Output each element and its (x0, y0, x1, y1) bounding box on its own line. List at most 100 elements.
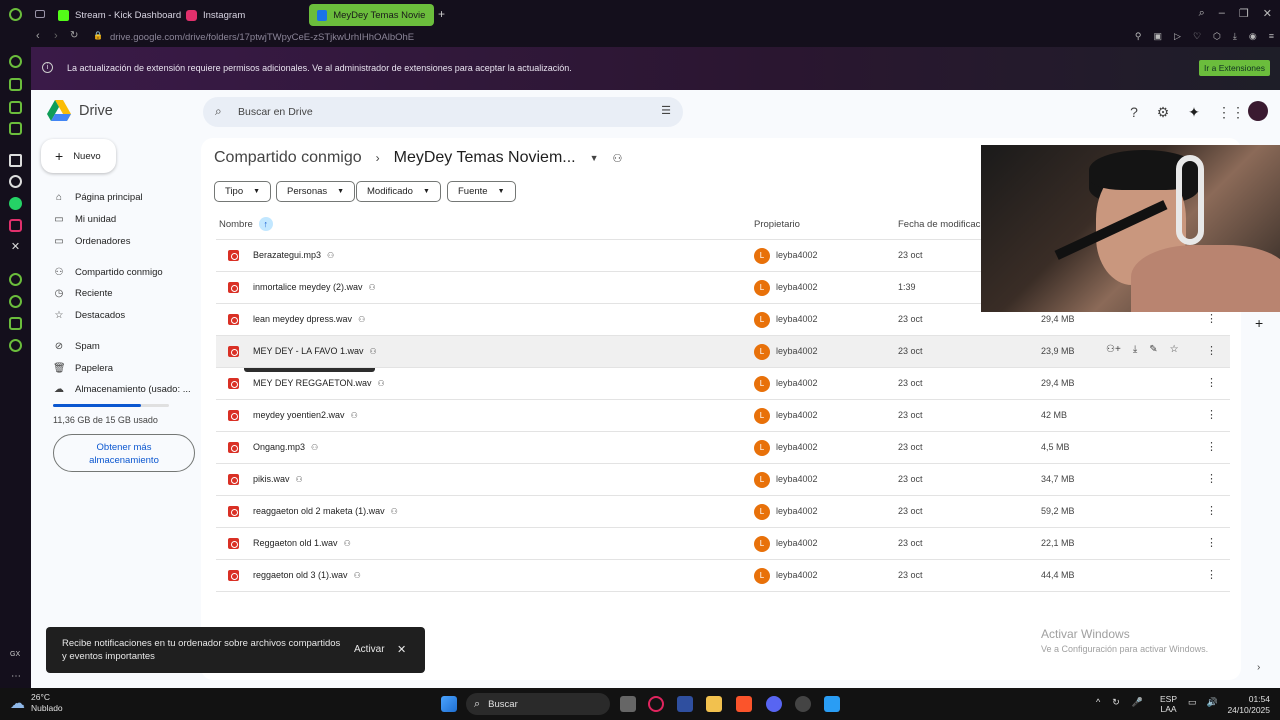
file-row[interactable]: pikis.wav ⚇ Lleyba4002 23 oct 34,7 MB ⋮ (216, 464, 1230, 496)
reload-icon[interactable]: ↻ (70, 30, 78, 41)
volume-icon[interactable]: 🔊 (1207, 697, 1218, 708)
mic-icon[interactable]: 🎤 (1132, 697, 1143, 708)
activate-button[interactable]: Activar (354, 644, 385, 655)
gemini-icon[interactable]: ✦ (1186, 104, 1202, 120)
apps-grid-icon[interactable]: ⋮⋮ (1217, 104, 1245, 120)
file-name[interactable]: meydey yoentien2.wav ⚇ (253, 410, 358, 420)
close-icon[interactable]: ✕ (397, 643, 406, 656)
download-icon[interactable]: ⤓ (1233, 31, 1237, 42)
app2-taskbar-icon[interactable] (824, 696, 840, 712)
clock[interactable]: 01:54 24/10/2025 (1227, 694, 1270, 716)
file-name[interactable]: MEY DEY - LA FAVO 1.wav ⚇ (253, 346, 377, 356)
filter-source[interactable]: Fuente ▼ (447, 181, 516, 202)
openai-icon[interactable] (9, 175, 22, 188)
column-modified[interactable]: Fecha de modificac (898, 219, 980, 230)
pin-icon[interactable]: ⚲ (1135, 31, 1142, 42)
file-name[interactable]: reaggaeton old 2 maketa (1).wav ⚇ (253, 506, 398, 516)
back-icon[interactable]: ‹ (36, 30, 40, 42)
new-tab-button[interactable]: + (438, 7, 445, 21)
nav-storage[interactable]: ☁ Almacenamiento (usado: ... (53, 381, 191, 397)
file-name[interactable]: lean meydey dpress.wav ⚇ (253, 314, 365, 324)
file-row[interactable]: MEY DEY - LA FAVO 1.wav ⚇ Lleyba4002 23 oct… (216, 336, 1230, 368)
whatsapp-icon[interactable] (9, 101, 22, 114)
chat-icon[interactable] (9, 78, 22, 91)
chatgpt-icon[interactable] (795, 696, 811, 712)
file-name[interactable]: pikis.wav ⚇ (253, 474, 303, 484)
sort-ascending-icon[interactable]: ↑ (258, 217, 273, 231)
search-icon[interactable]: ⌕ (215, 104, 222, 119)
more-icon[interactable]: ⋯ (11, 671, 21, 682)
search-icon[interactable]: ⌕ (1199, 7, 1205, 20)
more-actions-icon[interactable]: ⋮ (1206, 440, 1217, 453)
opera-gx-taskbar-icon[interactable] (648, 696, 664, 712)
nav-starred[interactable]: ☆ Destacados (53, 307, 126, 323)
maximize-icon[interactable]: ❐ (1239, 7, 1249, 20)
breadcrumb-current[interactable]: MeyDey Temas Noviem... (394, 149, 576, 167)
new-button[interactable]: + Nuevo (41, 139, 116, 173)
more-actions-icon[interactable]: ⋮ (1206, 568, 1217, 581)
nav-home[interactable]: ⌂ Página principal (53, 189, 143, 205)
weather-widget[interactable]: ☁ 26°C Nublado (10, 692, 63, 714)
share-icon[interactable]: ⚇+ (1106, 344, 1121, 355)
breadcrumb-root[interactable]: Compartido conmigo (214, 149, 362, 167)
help-icon[interactable]: ? (1126, 104, 1142, 120)
get-more-storage-button[interactable]: Obtener más almacenamiento (53, 434, 195, 472)
more-actions-icon[interactable]: ⋮ (1206, 312, 1217, 325)
language-indicator[interactable]: ESP LAA (1160, 694, 1177, 714)
search-input[interactable]: Buscar en Drive (238, 106, 313, 118)
shared-folder-icon[interactable]: ⚇ (613, 152, 623, 165)
tab-instagram[interactable]: Instagram (178, 4, 253, 26)
rename-icon[interactable]: ✎ (1149, 344, 1157, 355)
brave-icon[interactable] (736, 696, 752, 712)
file-explorer-icon[interactable] (706, 696, 722, 712)
sync-icon[interactable]: ↻ (1112, 697, 1120, 708)
tab-kick[interactable]: Stream - Kick Dashboard (50, 4, 189, 26)
discord-icon[interactable] (766, 696, 782, 712)
chevron-up-icon[interactable]: ^ (1096, 697, 1100, 708)
aria-icon[interactable] (9, 55, 22, 68)
url-field[interactable]: drive.google.com/drive/folders/17ptwjTWp… (110, 32, 414, 43)
snapshot-icon[interactable]: ▣ (1154, 31, 1163, 42)
file-name[interactable]: reggaeton old 3 (1).wav ⚇ (253, 570, 361, 580)
more-actions-icon[interactable]: ⋮ (1206, 536, 1217, 549)
star-icon[interactable]: ☆ (1170, 344, 1179, 355)
extensions-icon[interactable]: ⬡ (1213, 31, 1221, 42)
column-name[interactable]: Nombre ↑ (219, 217, 273, 231)
chevron-down-icon[interactable]: ▼ (590, 153, 599, 163)
file-row[interactable]: Ongang.mp3 ⚇ Lleyba4002 23 oct 4,5 MB ⋮ (216, 432, 1230, 464)
file-name[interactable]: Berazategui.mp3 ⚇ (253, 250, 334, 260)
file-name[interactable]: Ongang.mp3 ⚇ (253, 442, 318, 452)
nav-computers[interactable]: ▭ Ordenadores (53, 233, 130, 249)
nav-shared-with-me[interactable]: ⚇ Compartido conmigo (53, 264, 163, 280)
opera-logo-icon[interactable] (9, 8, 22, 21)
windows-start-icon[interactable] (441, 696, 457, 712)
settings-sidebar-icon[interactable] (9, 339, 22, 352)
nav-spam[interactable]: ⊘ Spam (53, 338, 100, 354)
tab-drive-folder[interactable]: MeyDey Temas Noviem (309, 4, 434, 26)
file-name[interactable]: Reggaeton old 1.wav ⚇ (253, 538, 351, 548)
settings-icon[interactable]: ⚙ (1155, 104, 1171, 120)
nav-trash[interactable]: 🗑 Papelera (53, 360, 113, 376)
player-icon[interactable] (9, 273, 22, 286)
file-name[interactable]: inmortalice meydey (2).wav ⚇ (253, 282, 376, 292)
menu-icon[interactable]: ≡ (1269, 31, 1274, 42)
search-box[interactable]: ⌕ Buscar en Drive ☰ (203, 97, 683, 127)
x-icon[interactable]: ✕ (9, 241, 22, 254)
extensions-sidebar-icon[interactable] (9, 317, 22, 330)
instagram-sidebar-icon[interactable] (9, 219, 22, 232)
filter-people[interactable]: Personas ▼ (276, 181, 356, 202)
file-row[interactable]: reaggaeton old 2 maketa (1).wav ⚇ Lleyba40… (216, 496, 1230, 528)
profile-icon[interactable]: ◉ (1249, 31, 1257, 42)
kick-sidebar-icon[interactable] (9, 154, 22, 167)
more-actions-icon[interactable]: ⋮ (1206, 344, 1217, 357)
gx-icon[interactable]: GX (10, 651, 20, 658)
drive-logo[interactable]: Drive (47, 100, 113, 122)
go-to-extensions-button[interactable]: Ir a Extensiones (1199, 60, 1270, 76)
music-icon[interactable] (9, 122, 22, 135)
file-row[interactable]: Reggaeton old 1.wav ⚇ Lleyba4002 23 oct 22,1… (216, 528, 1230, 560)
forward-icon[interactable]: › (54, 30, 58, 42)
more-actions-icon[interactable]: ⋮ (1206, 472, 1217, 485)
account-avatar[interactable] (1248, 101, 1268, 121)
nav-my-drive[interactable]: ▭ Mi unidad (53, 211, 116, 227)
download-icon[interactable]: ⤓ (1133, 344, 1137, 355)
